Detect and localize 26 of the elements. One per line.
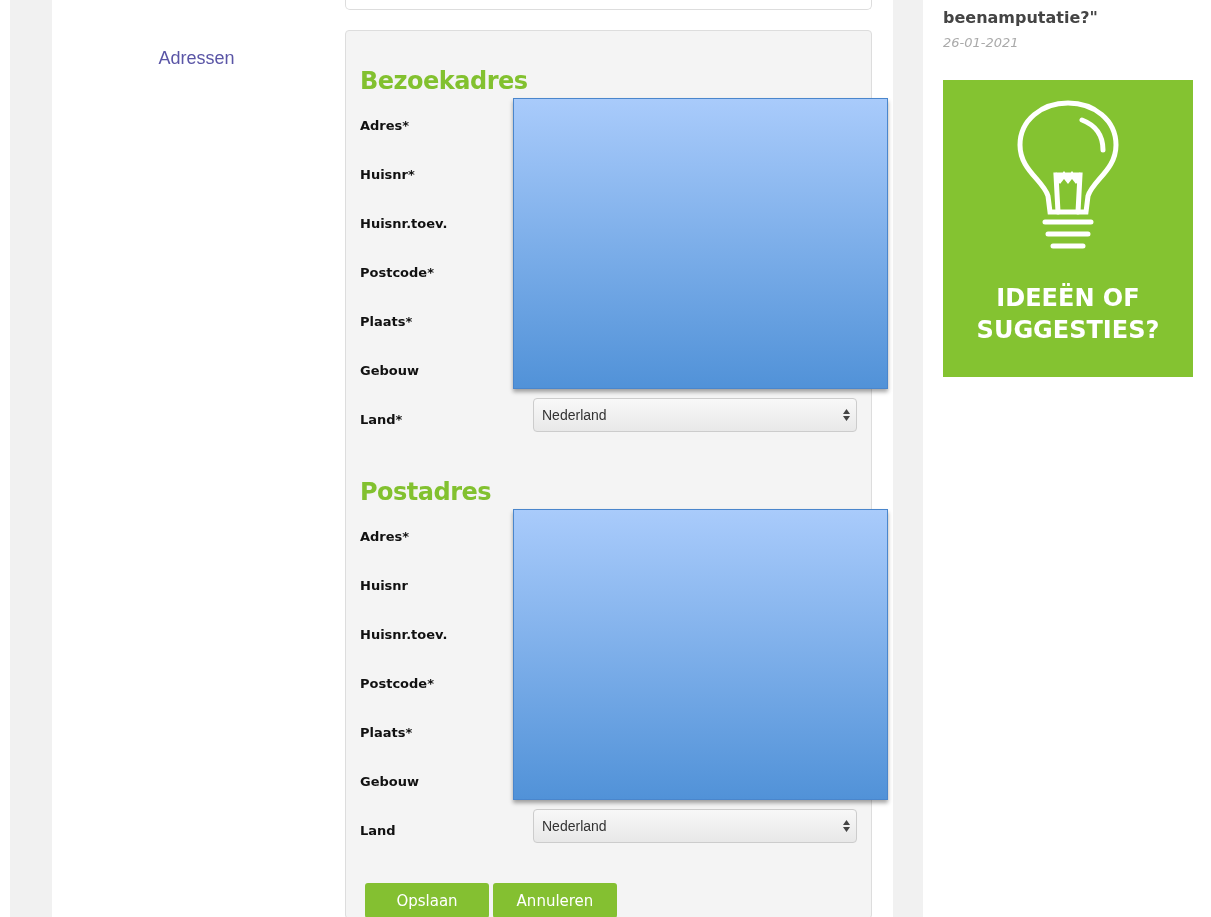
section-title: Postadres	[360, 478, 493, 508]
section-title: Bezoekadres	[360, 67, 529, 97]
field-label: Adres*	[360, 528, 411, 544]
article-title[interactable]: beenamputatie?"	[943, 8, 1193, 27]
country-select[interactable]: Nederland	[533, 398, 857, 432]
field-label: Adres*	[360, 117, 411, 133]
field-label: Postcode*	[360, 675, 435, 691]
field-label: Plaats*	[360, 313, 414, 329]
field-label: Huisnr.toev.	[360, 626, 449, 642]
nav-link[interactable]: Adressen	[158, 48, 235, 70]
field-label: Huisnr.toev.	[360, 215, 449, 231]
article-date: 26-01-2021	[943, 35, 1020, 50]
field-label: Land*	[360, 411, 404, 427]
field-label: Gebouw	[360, 773, 420, 789]
country-select[interactable]: Nederland	[533, 809, 857, 843]
banner-text: SUGGESTIES?	[976, 315, 1160, 346]
field-label: Huisnr	[360, 577, 409, 593]
lightbulb-icon	[1015, 100, 1121, 252]
field-label: Postcode*	[360, 264, 435, 280]
field-label: Land	[360, 822, 397, 838]
updown-icon	[843, 820, 850, 832]
banner-text: IDEEËN OF	[996, 282, 1140, 314]
field-label: Gebouw	[360, 362, 420, 378]
field-label: Huisnr*	[360, 166, 416, 182]
updown-icon	[843, 409, 850, 421]
field-label: Plaats*	[360, 724, 414, 740]
